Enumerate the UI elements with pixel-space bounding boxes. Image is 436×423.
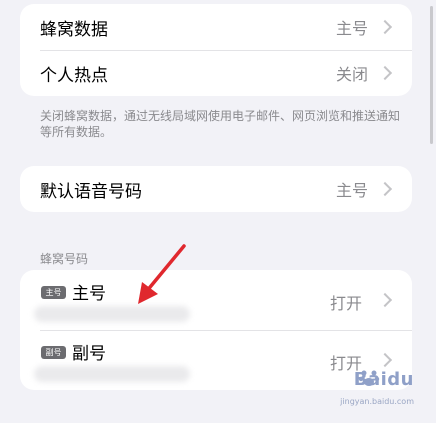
watermark-url: jingyan.baidu.com (340, 397, 414, 406)
personal-hotspot-value: 关闭 (335, 65, 368, 84)
redacted-phone-number (34, 306, 190, 322)
cellular-data-value: 主号 (335, 19, 368, 38)
personal-hotspot-label: 个人热点 (40, 65, 108, 86)
voice-card: 默认语音号码 主号 (20, 166, 412, 212)
default-voice-label: 默认语音号码 (40, 181, 142, 202)
redacted-phone-number (34, 366, 190, 382)
chevron-right-icon (377, 352, 393, 368)
default-voice-row[interactable]: 默认语音号码 主号 (20, 166, 412, 212)
chevron-right-icon (377, 181, 393, 197)
watermark-brand: Baidu (353, 369, 414, 390)
cellular-data-row[interactable]: 蜂窝数据 主号 (20, 4, 412, 50)
personal-hotspot-row[interactable]: 个人热点 关闭 (20, 50, 412, 96)
chevron-right-icon (377, 65, 393, 81)
sim-row-primary[interactable]: 主号 主号 打开 (20, 270, 412, 330)
cellular-card: 蜂窝数据 主号 个人热点 关闭 (20, 4, 412, 96)
sim-badge-secondary: 副号 (41, 346, 66, 359)
chevron-right-icon (377, 19, 393, 35)
section-header-cellular-numbers: 蜂窝号码 (40, 252, 89, 266)
red-arrow-annotation-icon (138, 244, 186, 304)
chevron-right-icon (377, 292, 393, 308)
default-voice-value: 主号 (335, 181, 368, 200)
baidu-watermark: Baidu jingyan.baidu.com (322, 369, 414, 411)
cellular-footnote: 关闭蜂窝数据，通过无线局域网使用电子邮件、网页浏览和推送通知等所有数据。 (40, 109, 401, 139)
sim-name-primary: 主号 (72, 284, 106, 304)
sim-status-primary: 打开 (329, 294, 362, 313)
cellular-data-label: 蜂窝数据 (40, 19, 108, 40)
scrollbar[interactable] (430, 6, 433, 144)
sim-badge-primary: 主号 (41, 286, 66, 299)
sim-name-secondary: 副号 (72, 344, 106, 364)
